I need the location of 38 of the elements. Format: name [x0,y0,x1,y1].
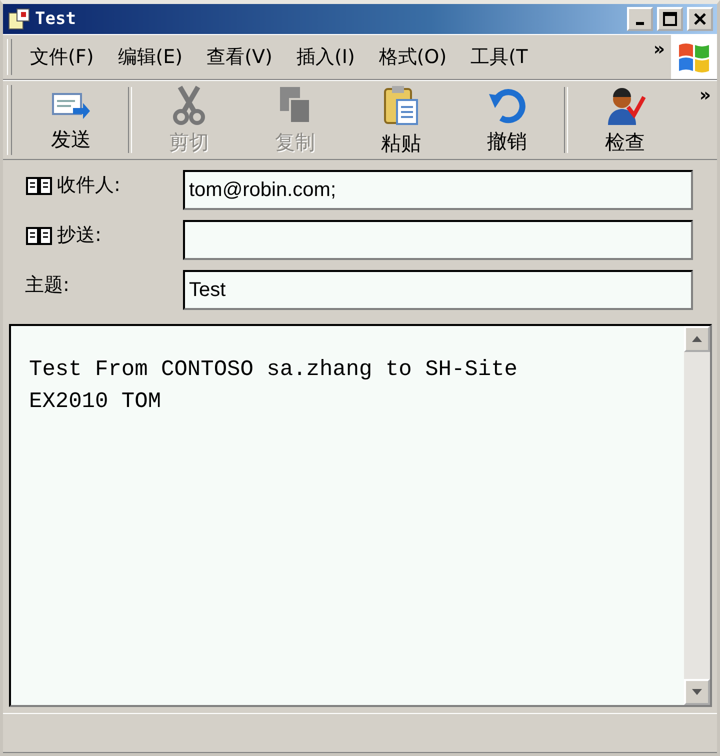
maximize-button[interactable] [657,7,683,31]
menu-item[interactable]: 文件(F) [18,44,106,70]
field-label: 抄送: [57,223,102,248]
menu-item[interactable]: 工具(T [458,44,540,70]
input-field[interactable]: tom@robin.com; [183,170,693,210]
menu-item[interactable]: 格式(O) [366,44,459,70]
close-icon [693,12,707,26]
address-book-icon[interactable] [25,174,53,196]
scroll-up-button[interactable] [684,326,710,352]
paste-button[interactable]: 粘贴 [348,81,454,159]
address-book-icon[interactable] [25,224,53,246]
maximize-icon [663,12,677,26]
menu-item[interactable]: 编辑(E) [106,44,195,70]
copy-icon [278,84,312,124]
app-icon [7,7,31,31]
undo-button[interactable]: 撤销 [454,81,560,159]
up-arrow-icon [692,336,702,342]
down-arrow-icon [692,689,702,695]
close-button[interactable] [687,7,713,31]
field-label: 主题: [25,273,70,298]
field-label: 收件人: [57,173,120,198]
menu-item[interactable]: 插入(I) [284,44,367,70]
window-title: Test [35,9,77,29]
message-text: EX2010 TOM [29,388,162,416]
minimize-button[interactable] [627,7,653,31]
toolbar-overflow-button[interactable]: » [693,85,717,106]
minimize-icon [636,22,644,25]
input-field[interactable] [183,220,693,260]
check-button[interactable]: 检查 [572,81,678,159]
input-field[interactable]: Test [183,270,693,310]
scissors-icon [172,84,206,124]
message-text: Test From CONTOSO sa.zhang to SH-Site [29,356,518,384]
scrollbar[interactable] [684,326,710,705]
clipboard-icon [383,84,419,126]
menu-item[interactable]: 查看(V) [194,44,284,70]
menu-overflow-button[interactable]: » [647,39,671,60]
scroll-down-button[interactable] [684,679,710,705]
send-button[interactable]: 发送 [18,81,124,159]
